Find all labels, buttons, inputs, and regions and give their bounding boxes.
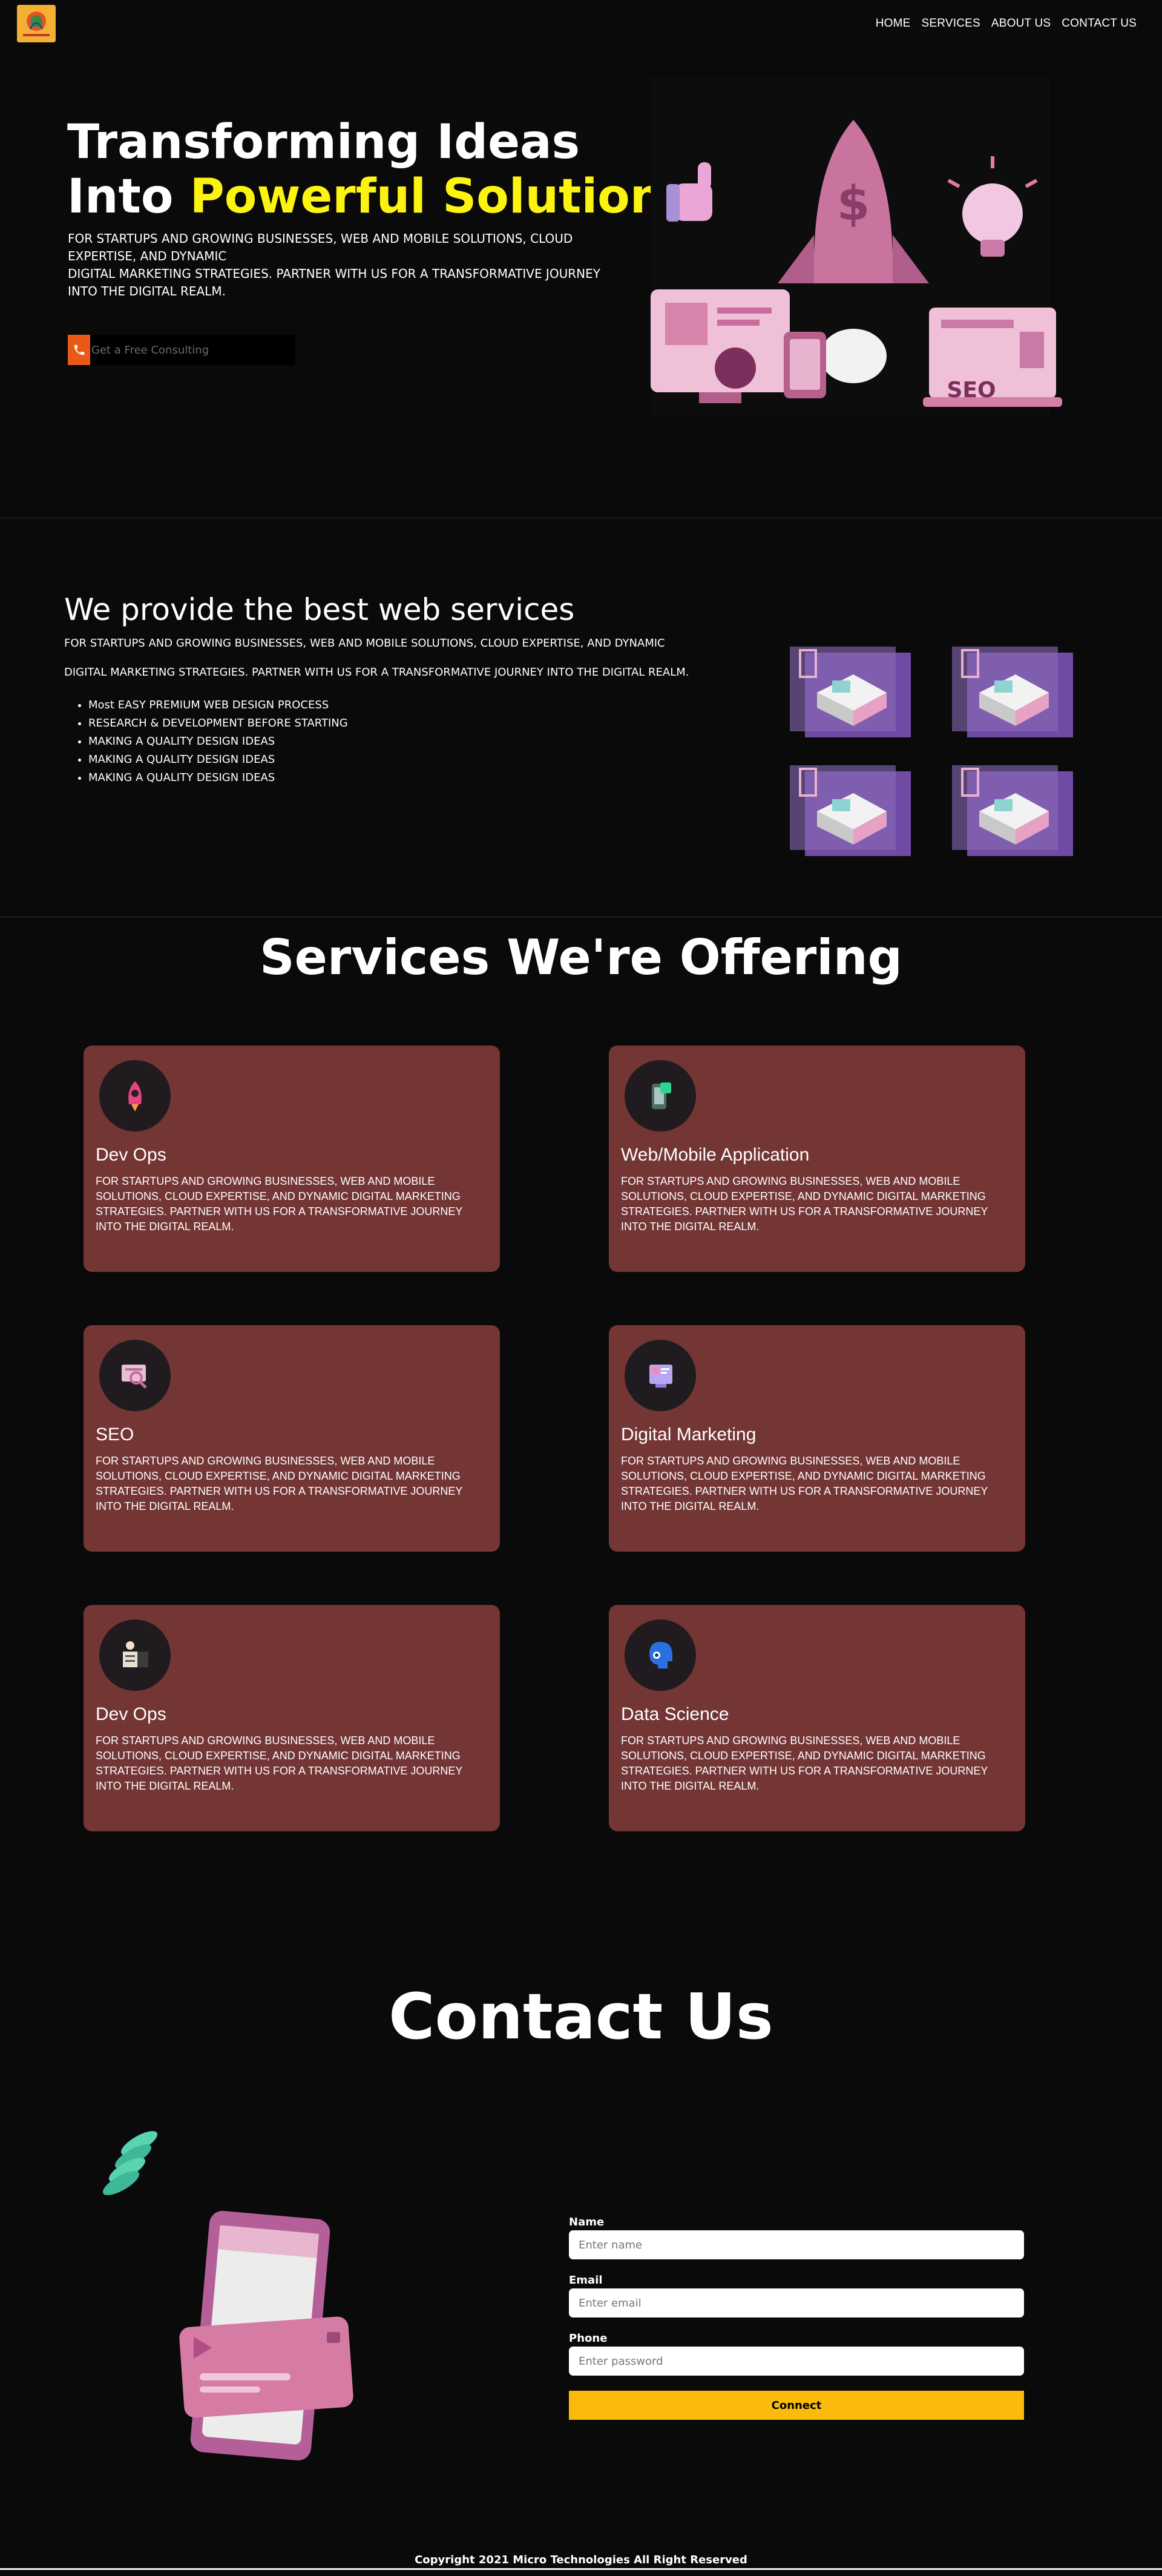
hero-title-line1: Transforming Ideas [67,115,580,170]
hero-title-prefix: Into [67,170,190,224]
svg-text:SEO: SEO [947,378,996,403]
name-input[interactable] [569,2230,1024,2259]
service-card-title: SEO [96,1425,134,1444]
isometric-shop-illustration [787,763,914,860]
service-card-text: FOR STARTUPS AND GROWING BUSINESSES, WEB… [96,1175,463,1233]
service-card-text: FOR STARTUPS AND GROWING BUSINESSES, WEB… [621,1455,988,1512]
hero-title-highlight: Powerful Solutions [189,170,692,224]
isometric-shop-illustration [949,763,1076,860]
hero-title: Transforming Ideas Into Powerful Solutio… [67,115,692,224]
service-card-devops-2[interactable]: Dev Ops FOR STARTUPS AND GROWING BUSINES… [84,1605,500,1831]
service-card-web-mobile[interactable]: Web/Mobile Application FOR STARTUPS AND … [609,1046,1025,1272]
service-card-text: FOR STARTUPS AND GROWING BUSINESSES, WEB… [96,1455,463,1512]
video-card-icon [179,2316,353,2418]
service-card-text: FOR STARTUPS AND GROWING BUSINESSES, WEB… [96,1734,463,1792]
smartphone-icon [784,332,826,398]
list-item: Most EASY PREMIUM WEB DESIGN PROCESS [88,696,348,714]
nav-links: HOME SERVICES ABOUT US CONTACT US [876,17,1137,30]
footer-divider [0,2568,1162,2570]
hero-description: FOR STARTUPS AND GROWING BUSINESSES, WEB… [68,230,631,300]
ai-head-icon [625,1619,696,1691]
email-input[interactable] [569,2288,1024,2317]
service-card-text: FOR STARTUPS AND GROWING BUSINESSES, WEB… [621,1175,988,1233]
name-label: Name [569,2216,605,2228]
phone-card-illustration [102,2119,381,2476]
phone-icon[interactable] [68,335,90,365]
contact-form: Name Email Phone Connect [569,2216,1024,2420]
services-title: Services We're Offering [260,929,902,986]
web-services-title: We provide the best web services [64,592,575,627]
rocket-icon [99,1060,171,1132]
svg-text:$: $ [837,177,870,231]
nav-services-link[interactable]: SERVICES [922,17,980,30]
service-card-title: Web/Mobile Application [621,1145,810,1165]
seo-search-icon [99,1340,171,1411]
service-card-title: Data Science [621,1704,729,1724]
nav-contact-link[interactable]: CONTACT US [1062,17,1137,30]
service-card-digital-marketing[interactable]: Digital Marketing FOR STARTUPS AND GROWI… [609,1325,1025,1552]
service-card-title: Dev Ops [96,1704,166,1724]
top-nav: HOME SERVICES ABOUT US CONTACT US [0,0,1162,47]
nav-about-link[interactable]: ABOUT US [991,17,1051,30]
list-item: RESEARCH & DEVELOPMENT BEFORE STARTING [88,714,348,733]
service-card-devops[interactable]: Dev Ops FOR STARTUPS AND GROWING BUSINES… [84,1046,500,1272]
list-item: MAKING A QUALITY DESIGN IDEAS [88,751,348,769]
web-services-paragraph-1: FOR STARTUPS AND GROWING BUSINESSES, WEB… [64,637,665,650]
mobile-app-icon [625,1060,696,1132]
isometric-shop-illustration [787,644,914,741]
consult-field [68,335,295,365]
web-services-list: Most EASY PREMIUM WEB DESIGN PROCESS RES… [64,696,348,787]
nav-home-link[interactable]: HOME [876,17,911,30]
service-card-seo[interactable]: SEO FOR STARTUPS AND GROWING BUSINESSES,… [84,1325,500,1552]
connect-button[interactable]: Connect [569,2391,1024,2420]
copyright-text: Copyright 2021 Micro Technologies All Ri… [415,2554,747,2566]
list-item: MAKING A QUALITY DESIGN IDEAS [88,733,348,751]
spring-coil-icon [102,2131,158,2195]
web-services-paragraph-2: DIGITAL MARKETING STRATEGIES. PARTNER WI… [64,666,689,679]
phone-label: Phone [569,2332,608,2345]
service-card-data-science[interactable]: Data Science FOR STARTUPS AND GROWING BU… [609,1605,1025,1831]
company-logo[interactable] [17,5,56,42]
logo-emblem-icon [17,5,56,42]
seo-laptop-icon: SEO [923,308,1062,407]
isometric-shop-illustration [949,644,1076,741]
email-label: Email [569,2274,603,2287]
service-card-text: FOR STARTUPS AND GROWING BUSINESSES, WEB… [621,1734,988,1792]
hero-description-line2: DIGITAL MARKETING STRATEGIES. PARTNER WI… [68,266,600,298]
monitor-icon [651,289,790,403]
hero-illustration: $ SEO [638,65,1062,429]
service-card-title: Dev Ops [96,1145,166,1165]
contact-title: Contact Us [389,1980,773,2054]
hero-description-line1: FOR STARTUPS AND GROWING BUSINESSES, WEB… [68,231,573,263]
list-item: MAKING A QUALITY DESIGN IDEAS [88,769,348,787]
marketing-screen-icon [625,1340,696,1411]
service-card-title: Digital Marketing [621,1425,757,1444]
server-icon [99,1619,171,1691]
phone-input[interactable] [569,2347,1024,2376]
consult-input[interactable] [90,343,284,357]
